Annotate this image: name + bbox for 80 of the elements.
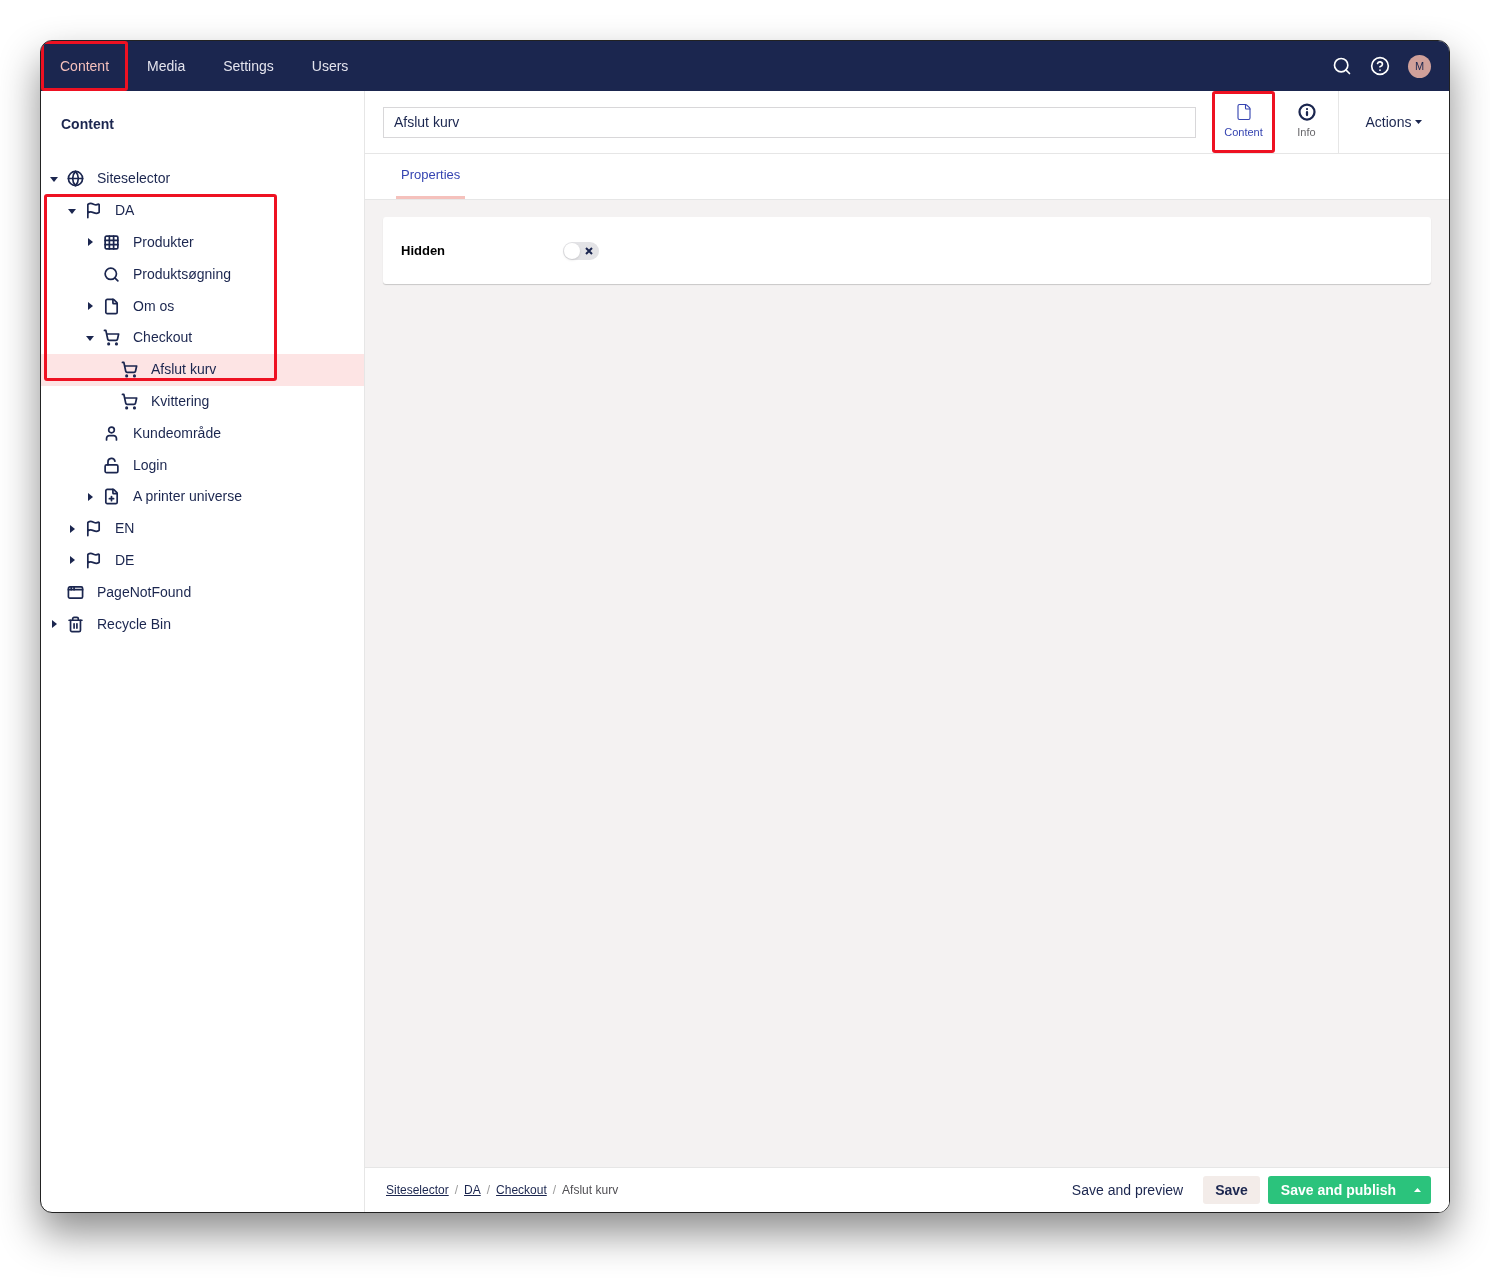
caret-icon[interactable] bbox=[67, 555, 77, 566]
breadcrumb-link[interactable]: Siteselector bbox=[386, 1181, 449, 1199]
tree-item-label: Om os bbox=[133, 296, 175, 316]
tree-item-label: A printer universe bbox=[133, 487, 242, 507]
tree-item[interactable]: Produktsøgning bbox=[41, 258, 364, 291]
caret-icon[interactable] bbox=[67, 523, 77, 534]
user-icon bbox=[103, 424, 120, 442]
tree-item[interactable]: Siteselector bbox=[41, 163, 364, 195]
tree-item[interactable]: Afslut kurv bbox=[41, 353, 364, 386]
globe-icon bbox=[67, 170, 84, 188]
tree-item[interactable]: Login bbox=[41, 449, 364, 481]
tree-item[interactable]: Checkout bbox=[41, 322, 364, 354]
document-icon bbox=[1234, 103, 1253, 122]
document-icon bbox=[103, 297, 120, 315]
tree-item[interactable]: EN bbox=[41, 512, 364, 545]
toggle-switch[interactable] bbox=[563, 241, 599, 260]
breadcrumb-separator: / bbox=[552, 1182, 557, 1199]
breadcrumb-separator: / bbox=[486, 1182, 491, 1199]
tree-item-label: Siteselector bbox=[97, 169, 171, 189]
search-icon[interactable] bbox=[1332, 56, 1352, 76]
breadcrumb-link[interactable]: DA bbox=[464, 1181, 481, 1199]
sidebar-title: Content bbox=[60, 115, 115, 134]
tree-item-label: Login bbox=[133, 455, 168, 475]
info-icon bbox=[1297, 103, 1316, 122]
flag-icon bbox=[85, 202, 102, 220]
actions-dropdown[interactable]: Actions bbox=[1365, 111, 1423, 133]
tree-item[interactable]: Kundeområde bbox=[41, 417, 364, 450]
tree-item[interactable]: Om os bbox=[41, 290, 364, 322]
tree-item[interactable]: PageNotFound bbox=[41, 576, 364, 609]
tree-item[interactable]: DA bbox=[41, 194, 364, 227]
tree-item-label: PageNotFound bbox=[97, 582, 192, 602]
tree-item-label: DA bbox=[115, 201, 135, 221]
tree-item-label: Afslut kurv bbox=[151, 360, 217, 380]
window-icon bbox=[67, 583, 84, 601]
save-button[interactable]: Save bbox=[1203, 1176, 1260, 1204]
tree-item[interactable]: Recycle Bin bbox=[41, 608, 364, 640]
document-plus-icon bbox=[103, 488, 120, 506]
flag-icon bbox=[85, 551, 102, 569]
tree-item-label: Kvittering bbox=[151, 391, 210, 411]
name-field[interactable]: Afslut kurv bbox=[383, 106, 1196, 138]
tree-item-label: EN bbox=[115, 519, 135, 539]
nav-tab[interactable]: Content bbox=[41, 41, 129, 91]
save-and-preview-button[interactable]: Save and preview bbox=[1061, 1176, 1194, 1204]
property-label: Hidden bbox=[401, 241, 447, 260]
tree-item[interactable]: Produkter bbox=[41, 226, 364, 259]
tree-item-label: Produktsøgning bbox=[133, 264, 232, 284]
editor-app-tab[interactable]: Info bbox=[1275, 91, 1338, 153]
cart-icon bbox=[103, 329, 120, 347]
trash-icon bbox=[67, 615, 84, 633]
caret-icon[interactable] bbox=[85, 237, 95, 248]
tree-item[interactable]: Kvittering bbox=[41, 385, 364, 418]
tree-item-label: Recycle Bin bbox=[97, 614, 171, 634]
tree-item-label: Kundeområde bbox=[133, 423, 221, 443]
caret-icon[interactable] bbox=[85, 301, 95, 312]
user-avatar[interactable]: M bbox=[1408, 54, 1431, 78]
tree-item-label: Checkout bbox=[133, 328, 193, 348]
nav-tab[interactable]: Media bbox=[128, 41, 205, 91]
help-icon[interactable] bbox=[1370, 56, 1390, 76]
tree-item[interactable]: DE bbox=[41, 544, 364, 577]
flag-icon bbox=[85, 520, 102, 538]
breadcrumb-separator: / bbox=[454, 1182, 459, 1199]
tree-item[interactable]: A printer universe bbox=[41, 480, 364, 513]
nav-tab[interactable]: Users bbox=[292, 41, 368, 91]
cart-icon bbox=[121, 392, 138, 410]
caret-icon bbox=[1415, 120, 1423, 124]
nav-tab[interactable]: Settings bbox=[204, 41, 293, 91]
properties-tab[interactable]: Properties bbox=[396, 164, 466, 199]
breadcrumb-link[interactable]: Checkout bbox=[496, 1181, 547, 1199]
search-icon bbox=[103, 265, 120, 283]
tree-item-label: Produkter bbox=[133, 233, 194, 252]
grid-icon bbox=[103, 234, 120, 251]
breadcrumb-current: Afslut kurv bbox=[562, 1182, 619, 1199]
editor-app-tab[interactable]: Content bbox=[1212, 91, 1275, 153]
tree-item-label: DE bbox=[115, 550, 135, 570]
caret-icon[interactable] bbox=[49, 619, 59, 630]
caret-icon[interactable] bbox=[85, 491, 95, 502]
cart-icon bbox=[121, 361, 138, 379]
cross-icon bbox=[585, 246, 593, 255]
caret-icon bbox=[1414, 1188, 1421, 1192]
unlocked-padlock-icon bbox=[103, 456, 120, 474]
